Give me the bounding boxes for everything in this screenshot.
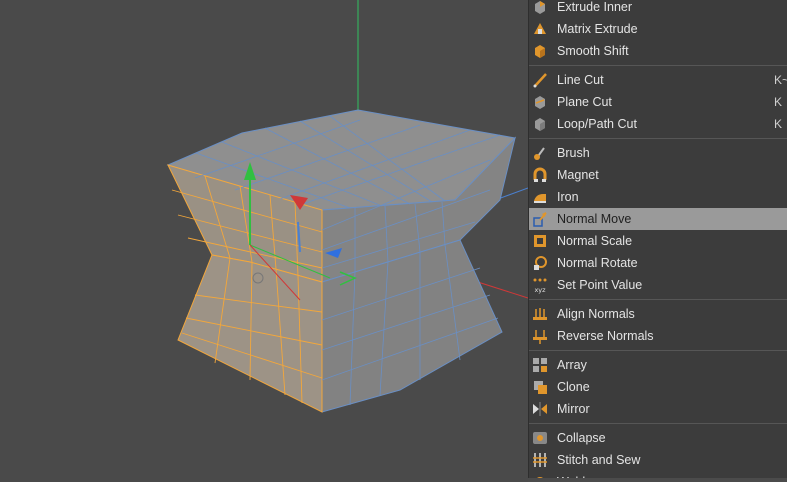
menu-item-loop-path-cut[interactable]: Loop/Path Cut K [529,113,787,135]
menu-item-reverse-normals[interactable]: Reverse Normals [529,325,787,347]
normal-move-icon [531,210,549,228]
menu-item-plane-cut[interactable]: Plane Cut K [529,91,787,113]
menu-separator [529,62,787,69]
menu-item-label: Matrix Extrude [557,22,638,36]
viewport-scene [166,0,528,413]
menu-item-mirror[interactable]: Mirror [529,398,787,420]
menu-item-label: Align Normals [557,307,635,321]
normal-scale-icon [531,232,549,250]
menu-item-label: Normal Rotate [557,256,638,270]
mirror-icon [531,400,549,418]
clone-icon [531,378,549,396]
menu-item-label: Array [557,358,587,372]
menu-separator [529,347,787,354]
menu-item-label: Magnet [557,168,599,182]
stitch-and-sew-icon [531,451,549,469]
menu-item-matrix-extrude[interactable]: Matrix Extrude [529,18,787,40]
menu-item-label: Plane Cut [557,95,612,109]
menu-separator [529,420,787,427]
menu-item-align-normals[interactable]: Align Normals [529,303,787,325]
3d-viewport[interactable] [0,0,528,482]
menu-separator [529,296,787,303]
menu-item-iron[interactable]: Iron [529,186,787,208]
iron-icon [531,188,549,206]
menu-item-extrude-inner[interactable]: Extrude Inner [529,0,787,18]
mesh-left-lower-face [177,254,323,413]
set-point-value-icon: xyz [531,276,549,294]
menu-item-label: Iron [557,190,579,204]
menu-item-label: Loop/Path Cut [557,117,637,131]
menu-item-set-point-value[interactable]: xyz Set Point Value [529,274,787,296]
array-icon [531,356,549,374]
weld-icon [531,473,549,478]
menu-item-collapse[interactable]: Collapse [529,427,787,449]
magnet-icon [531,166,549,184]
menu-item-weld[interactable]: Weld [529,471,787,478]
align-normals-icon [531,305,549,323]
reverse-normals-icon [531,327,549,345]
normal-rotate-icon [531,254,549,272]
menu-item-clone[interactable]: Clone [529,376,787,398]
menu-item-shortcut: K [774,95,783,109]
menu-item-magnet[interactable]: Magnet [529,164,787,186]
menu-item-label: Smooth Shift [557,44,629,58]
plane-cut-icon [531,93,549,111]
menu-item-array[interactable]: Array [529,354,787,376]
menu-item-label: Brush [557,146,590,160]
menu-item-brush[interactable]: Brush [529,142,787,164]
menu-item-normal-rotate[interactable]: Normal Rotate [529,252,787,274]
menu-item-label: Clone [557,380,590,394]
menu-item-shortcut: K [774,117,783,131]
menu-item-label: Extrude Inner [557,0,633,14]
context-menu: Extrude Inner Matrix Extrude Smooth Shift L… [528,0,787,478]
extrude-inner-icon [531,0,549,16]
menu-item-label: Reverse Normals [557,329,654,343]
menu-item-smooth-shift[interactable]: Smooth Shift [529,40,787,62]
collapse-icon [531,429,549,447]
menu-item-label: Set Point Value [557,278,643,292]
menu-item-label: Normal Move [557,212,632,226]
brush-icon [531,144,549,162]
menu-item-line-cut[interactable]: Line Cut K~ [529,69,787,91]
menu-item-label: Normal Scale [557,234,633,248]
svg-text:xyz: xyz [534,286,546,294]
menu-item-label: Line Cut [557,73,604,87]
menu-item-normal-move[interactable]: Normal Move [529,208,787,230]
menu-item-label: Stitch and Sew [557,453,641,467]
menu-separator [529,135,787,142]
menu-item-shortcut: K~ [774,73,787,87]
matrix-extrude-icon [531,20,549,38]
line-cut-icon [531,71,549,89]
menu-item-stitch-and-sew[interactable]: Stitch and Sew [529,449,787,471]
menu-item-label: Mirror [557,402,590,416]
loop-path-cut-icon [531,115,549,133]
menu-item-label: Weld [557,475,585,478]
smooth-shift-icon [531,42,549,60]
menu-item-normal-scale[interactable]: Normal Scale [529,230,787,252]
menu-item-label: Collapse [557,431,606,445]
